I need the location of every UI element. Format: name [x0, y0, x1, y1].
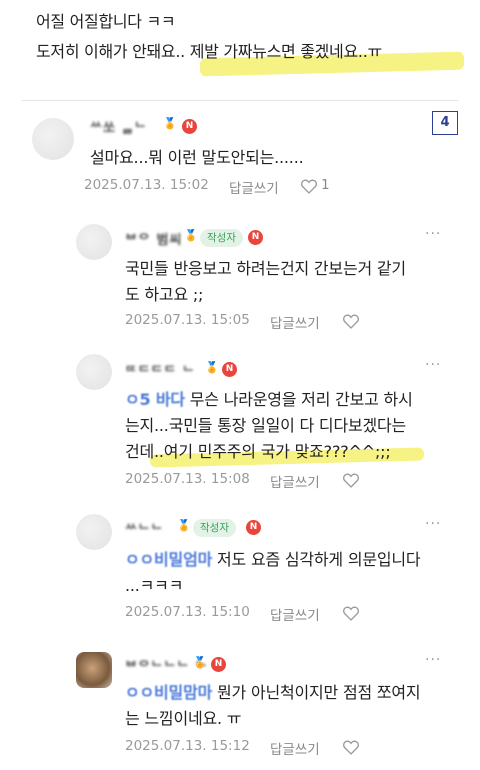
author-badge: 작성자: [193, 519, 236, 537]
heart-icon[interactable]: [342, 739, 360, 755]
post-text-line: 어질 어질합니다 ㅋㅋ: [36, 12, 176, 31]
reply-button[interactable]: 답글쓰기: [270, 471, 320, 491]
comment-nickname[interactable]: ᄊ쏘 ᆯᄂ: [90, 117, 147, 136]
avatar[interactable]: [76, 354, 112, 390]
like-count: 1: [321, 177, 330, 193]
mention-tag[interactable]: ㅇㅇ비밀엄마: [125, 550, 212, 569]
reply-button[interactable]: 답글쓰기: [229, 177, 279, 197]
mention-tag[interactable]: ㅇㅇ비밀맘마: [125, 683, 212, 702]
comment-text-line: 설마요...뭐 이런 말도안되는......: [90, 148, 304, 167]
comment-text-line: 국민들 반응보고 하려는건지 간보는거 같기: [125, 259, 406, 278]
more-options-icon[interactable]: ···: [425, 357, 441, 373]
comment-date: 2025.07.13. 15:12: [125, 738, 250, 754]
avatar[interactable]: [76, 514, 112, 550]
heart-icon[interactable]: [300, 178, 318, 194]
avatar[interactable]: [76, 652, 112, 688]
comment-text: ㅇㅇ비밀엄마 저도 요즘 심각하게 의문입니다 ...ㅋㅋㅋ: [125, 547, 455, 599]
author-badge: 작성자: [200, 229, 243, 247]
medal-icon: 🏅: [177, 519, 191, 532]
more-options-icon[interactable]: ···: [425, 516, 441, 532]
page-number-indicator: 4: [432, 111, 458, 135]
comment-date: 2025.07.13. 15:08: [125, 471, 250, 487]
heart-icon[interactable]: [342, 313, 360, 329]
comment-text: 설마요...뭐 이런 말도안되는......: [90, 145, 304, 171]
new-badge: N: [248, 230, 263, 245]
comment-text-line: 는지...국민들 통장 일일이 다 디다보겠다는: [125, 416, 407, 435]
comment-text-line: 는 느낌이네요. ㅠ: [125, 709, 242, 728]
medal-icon: 🏅: [193, 656, 207, 669]
comment-text: ㅇㅇ비밀맘마 뭔가 아닌척이지만 점점 쪼여지 는 느낌이네요. ㅠ: [125, 680, 455, 732]
reply-button[interactable]: 답글쓰기: [270, 312, 320, 332]
comment-text-line: ...ㅋㅋㅋ: [125, 576, 184, 595]
reply-button[interactable]: 답글쓰기: [270, 604, 320, 624]
medal-icon: 🏅: [205, 361, 219, 374]
medal-icon: 🏅: [163, 117, 177, 130]
comment-text: 국민들 반응보고 하려는건지 간보는거 같기 도 하고요 ;;: [125, 256, 406, 308]
comment-text-line: 건데..여기 민주주의 국가 맞죠???^^;;;: [125, 442, 391, 461]
new-badge: N: [211, 657, 226, 672]
comment-text-line: 무슨 나라운영을 저리 간보고 하시: [189, 390, 413, 409]
avatar[interactable]: [32, 118, 74, 160]
comment-date: 2025.07.13. 15:05: [125, 312, 250, 328]
comment-text-line: 도 하고요 ;;: [125, 285, 204, 304]
new-badge: N: [222, 362, 237, 377]
comment-nickname[interactable]: ᄇᄋ 범씨: [125, 229, 182, 248]
comment-text-line: 저도 요즘 심각하게 의문입니다: [217, 550, 421, 569]
avatar[interactable]: [76, 224, 112, 260]
more-options-icon[interactable]: ···: [425, 652, 441, 668]
comment-nickname[interactable]: ᄊᄂᄂ: [125, 519, 164, 538]
heart-icon[interactable]: [342, 605, 360, 621]
mention-tag[interactable]: ㅇ5 바다: [125, 390, 185, 409]
comment-date: 2025.07.13. 15:10: [125, 604, 250, 620]
comment-nickname[interactable]: ᄄᄃᄃᄃ ᄂ: [125, 361, 195, 380]
heart-icon[interactable]: [342, 472, 360, 488]
medal-icon: 🏅: [184, 229, 198, 242]
comment-text-line: 뭔가 아닌척이지만 점점 쪼여지: [217, 683, 421, 702]
post-text-line: 도저히 이해가 안돼요.. 제발 가짜뉴스면 좋겠네요..ㅠ: [36, 42, 382, 61]
new-badge: N: [182, 119, 197, 134]
reply-button[interactable]: 답글쓰기: [270, 738, 320, 758]
new-badge: N: [246, 520, 261, 535]
more-options-icon[interactable]: ···: [425, 226, 441, 242]
divider: [22, 100, 458, 101]
comment-text: ㅇ5 바다 무슨 나라운영을 저리 간보고 하시 는지...국민들 통장 일일이…: [125, 387, 455, 465]
comment-date: 2025.07.13. 15:02: [84, 177, 209, 193]
